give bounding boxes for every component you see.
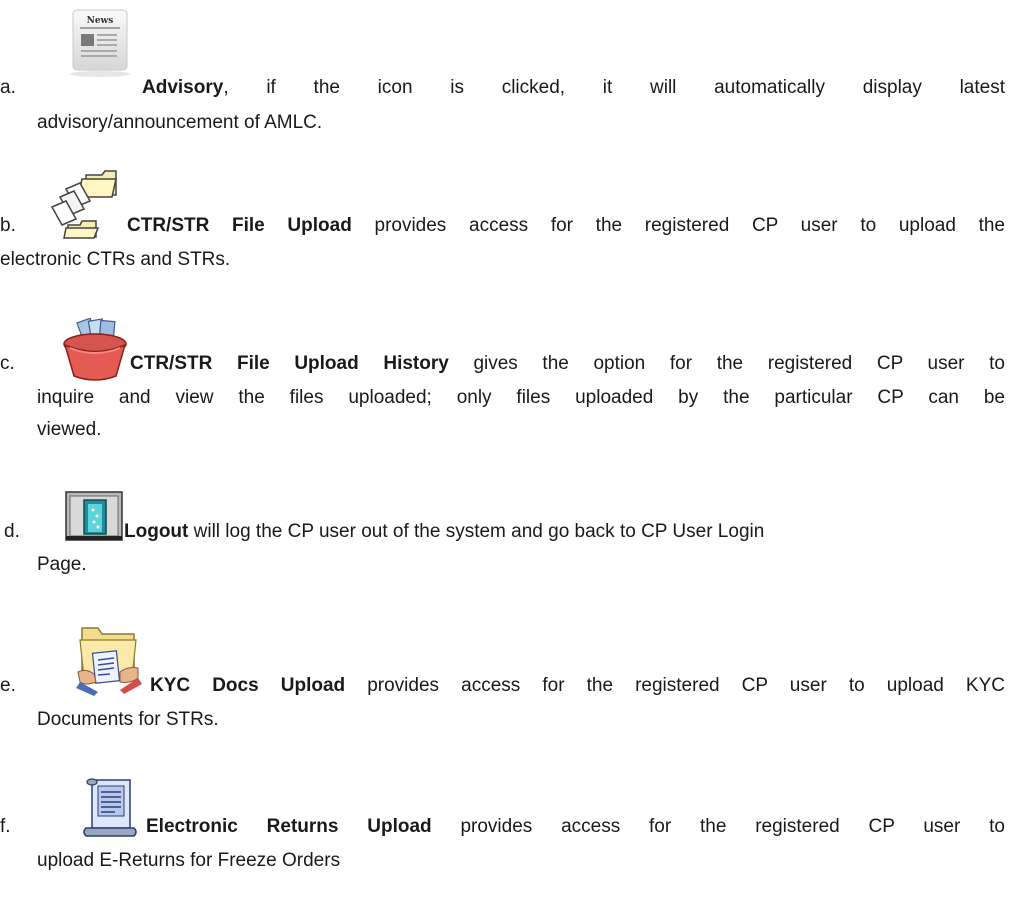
item-title: Logout xyxy=(124,521,189,542)
item-continuation: advisory/announcement of AMLC. xyxy=(37,112,323,133)
item-text: provides access for the registered CP us… xyxy=(431,816,1005,837)
item-continuation: viewed. xyxy=(37,419,102,440)
item-text: provides access for the registered CP us… xyxy=(345,675,1005,696)
item-continuation: inquire and view the files uploaded; onl… xyxy=(37,387,1005,408)
item-continuation: Page. xyxy=(37,554,87,575)
news-icon[interactable]: News xyxy=(62,6,136,78)
item-title: CTR/STR File Upload xyxy=(127,215,352,236)
item-text: gives the option for the registered CP u… xyxy=(448,353,1005,374)
item-title: Electronic Returns Upload xyxy=(146,816,432,837)
item-continuation: electronic CTRs and STRs. xyxy=(0,249,231,270)
item-text: , if the icon is clicked, it will automa… xyxy=(223,77,1005,98)
item-title: KYC Docs Upload xyxy=(150,675,346,696)
item-title: CTR/STR File Upload History xyxy=(130,353,449,374)
item-letter: c. xyxy=(0,353,15,374)
item-continuation: upload E-Returns for Freeze Orders xyxy=(37,850,341,871)
item-letter: a. xyxy=(0,77,16,98)
svg-text:News: News xyxy=(87,16,114,26)
item-letter: e. xyxy=(0,675,16,696)
item-text: will log the CP user out of the system a… xyxy=(188,521,765,542)
item-continuation: Documents for STRs. xyxy=(37,709,219,730)
item-text: provides access for the registered CP us… xyxy=(351,215,1005,236)
item-letter: d. xyxy=(4,521,20,542)
item-letter: f. xyxy=(0,816,11,837)
item-title: Advisory xyxy=(142,77,224,98)
item-letter: b. xyxy=(0,215,16,236)
